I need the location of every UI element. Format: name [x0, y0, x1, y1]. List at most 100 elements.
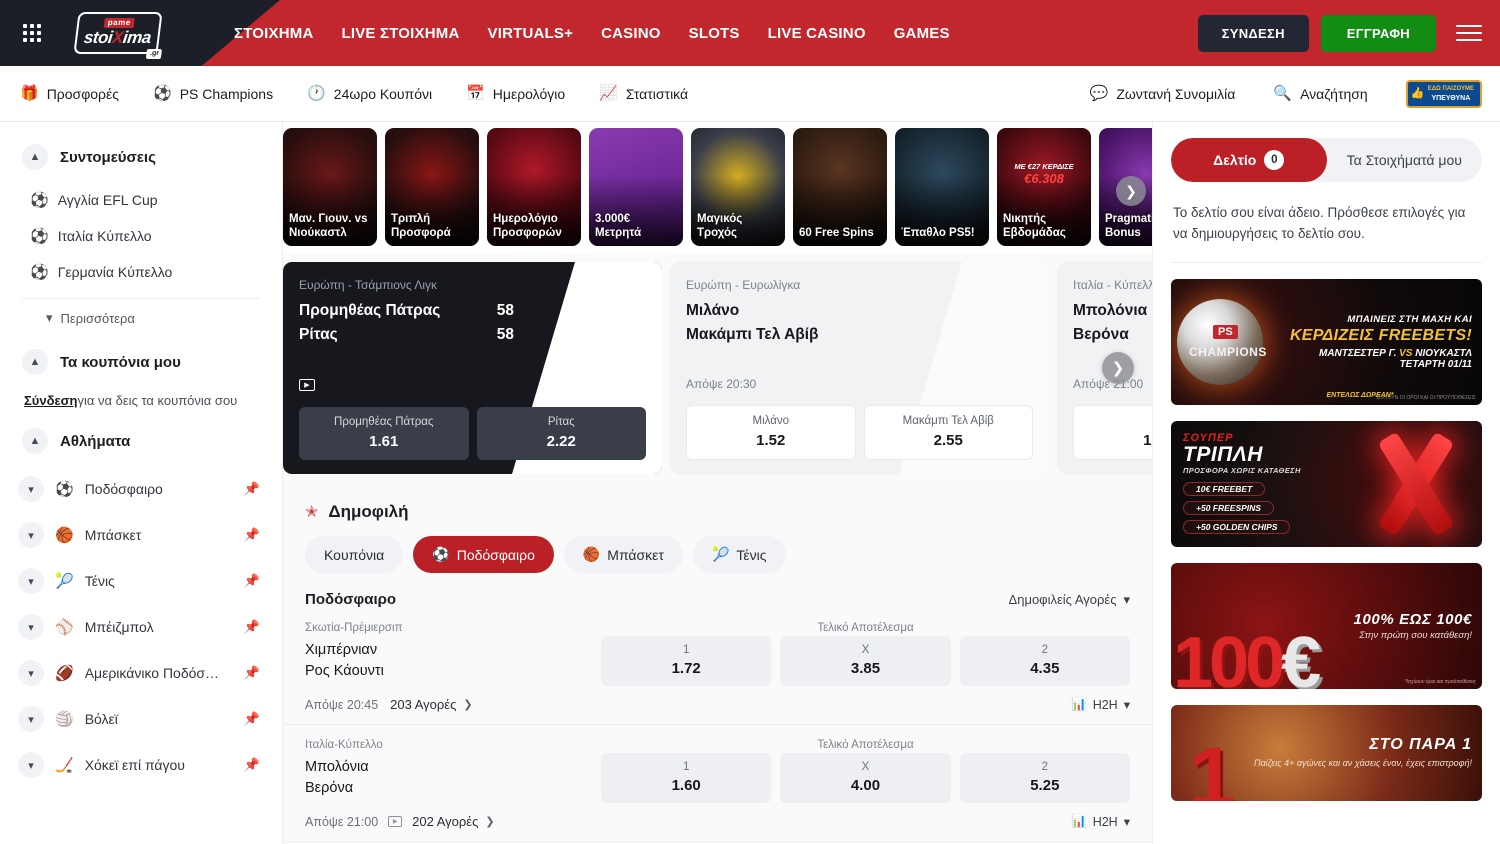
promo-card-tripli-prosfora[interactable]: 🎁 Τριπλή Προσφορά	[385, 128, 479, 246]
subnav-item-live-chat[interactable]: 💬 Ζωντανή Συνομιλία	[1090, 86, 1236, 102]
promo-amount: €6.308	[1003, 171, 1085, 186]
odd-button-x[interactable]: X 3.85	[780, 636, 950, 686]
betslip-tab-mybets[interactable]: Τα Στοιχήματά μου	[1327, 138, 1483, 182]
promo-card-60-free-spins[interactable]: 🎰 60 Free Spins	[793, 128, 887, 246]
sidebar-sport-basketball[interactable]: ▾ 🏀 Μπάσκετ 📌	[0, 512, 282, 558]
sidebar-label-efl-cup: Αγγλία EFL Cup	[58, 192, 158, 208]
sidebar-item-efl-cup[interactable]: ⚽ Αγγλία EFL Cup	[0, 182, 282, 218]
nav-item-live-stoixima[interactable]: LIVE ΣΤΟΙΧΗΜΑ	[342, 21, 460, 46]
sto-para-1-banner[interactable]: 1 ΣΤΟ ΠΑΡΑ 1 Παίζεις 4+ αγώνες και αν χά…	[1171, 705, 1482, 801]
promo-card-magic-wheel[interactable]: 🎁 Μαγικός Τροχός	[691, 128, 785, 246]
chevron-right-icon[interactable]: ❯	[463, 698, 472, 711]
promo-title: Μαγικός Τροχός	[697, 212, 779, 240]
sidebar-show-more-button[interactable]: ▾ Περισσότερα	[22, 298, 260, 337]
featured-match-card[interactable]: Ευρώπη - Τσάμπιονς Λιγκ Προμηθέας Πάτρας…	[283, 262, 662, 474]
nav-item-live-casino[interactable]: LIVE CASINO	[768, 21, 866, 46]
featured-odds-group: Μιλάνο 1.52 Μακάμπι Τελ Αβίβ 2.55	[686, 405, 1033, 460]
promo-card-ps5-prize[interactable]: 🎁 Έπαθλο PS5!	[895, 128, 989, 246]
sidebar-sport-baseball[interactable]: ▾ ⚾ Μπέιζμπολ 📌	[0, 604, 282, 650]
featured-carousel-next-button[interactable]: ❯	[1102, 352, 1134, 384]
tab-basketball[interactable]: 🏀 Μπάσκετ	[564, 536, 683, 573]
event-h2h-button[interactable]: 📊 H2H ▾	[1071, 814, 1130, 829]
event-markets-count[interactable]: 202 Αγορές	[412, 814, 478, 829]
pin-icon[interactable]: 📌	[244, 527, 260, 543]
subnav-item-offers[interactable]: 🎁 Προσφορές	[20, 86, 119, 102]
featured-away-team: Ρίτας	[299, 326, 338, 344]
tab-football[interactable]: ⚽ Ποδόσφαιρο	[413, 536, 554, 573]
nav-item-stoixima[interactable]: ΣΤΟΙΧΗΜΑ	[234, 21, 314, 46]
odd-button-x[interactable]: X 4.00	[780, 753, 950, 803]
featured-odd-button[interactable]: Ρίτας 2.22	[477, 407, 647, 460]
sidebar-section-my-coupons[interactable]: ▲ Τα κουπόνια μου	[0, 343, 282, 381]
featured-odd-button[interactable]: Μακάμπι Τελ Αβίβ 2.55	[864, 405, 1034, 460]
promo-card-weekly-winner[interactable]: 📅 ΜΕ €27 ΚΕΡΔΙΣΕ €6.308 Νικητής Εβδομάδα…	[997, 128, 1091, 246]
banner-chip-freebet: 10€ FREEBET	[1183, 482, 1265, 496]
odd-button-2[interactable]: 2 5.25	[960, 753, 1130, 803]
live-stream-icon[interactable]: ▶	[388, 816, 402, 827]
promo-card-offers-calendar[interactable]: 📅 Ημερολόγιο Προσφορών	[487, 128, 581, 246]
responsible-gaming-badge[interactable]: ΕΔΩ ΠΑΙΖΟΥΜΕ ΥΠΕΥΘΥΝΑ	[1406, 80, 1482, 108]
sidebar-sport-tennis[interactable]: ▾ 🎾 Τένις 📌	[0, 558, 282, 604]
register-button[interactable]: ΕΓΓΡΑΦΗ	[1321, 15, 1436, 52]
event-markets-count[interactable]: 203 Αγορές	[390, 697, 456, 712]
sidebar-login-link[interactable]: Σύνδεση	[24, 393, 78, 408]
pin-icon[interactable]: 📌	[244, 619, 260, 635]
chevron-down-icon: ▾	[18, 614, 44, 640]
ps-champions-banner[interactable]: PS CHAMPIONS ΜΠΑΙΝΕΙΣ ΣΤΗ ΜΑΧΗ ΚΑΙ ΚΕΡΔΙ…	[1171, 279, 1482, 405]
nav-item-games[interactable]: GAMES	[894, 21, 950, 46]
subnav-item-statistics[interactable]: 📈 Στατιστικά	[599, 86, 688, 102]
sidebar-item-germany-cup[interactable]: ⚽ Γερμανία Κύπελλο	[0, 254, 282, 290]
featured-odd-button[interactable]: Προμηθέας Πάτρας 1.61	[299, 407, 469, 460]
sidebar-sport-american-football[interactable]: ▾ 🏈 Αμερικάνικο Ποδόσ… 📌	[0, 650, 282, 696]
subnav-item-ps-champions[interactable]: ⚽ PS Champions	[153, 86, 273, 102]
featured-match-card[interactable]: Ευρώπη - Ευρωλίγκα Μιλάνο Μακάμπι Τελ Αβ…	[670, 262, 1049, 474]
tab-coupons[interactable]: Κουπόνια	[305, 536, 403, 573]
betslip-tab-slip[interactable]: Δελτίο 0	[1171, 138, 1327, 182]
pin-icon[interactable]: 📌	[244, 573, 260, 589]
odd-button-2[interactable]: 2 4.35	[960, 636, 1130, 686]
pin-icon[interactable]: 📌	[244, 481, 260, 497]
promo-card-man-utd-newcastle[interactable]: ⚽ Μαν. Γιουν. vs Νιούκαστλ	[283, 128, 377, 246]
pin-icon[interactable]: 📌	[244, 665, 260, 681]
pin-icon[interactable]: 📌	[244, 757, 260, 773]
markets-selector[interactable]: Δημοφιλείς Αγορές ▾	[1009, 592, 1130, 608]
apps-grid-icon[interactable]	[18, 19, 46, 47]
banner-chip-freespins: +50 FREESPINS	[1183, 501, 1274, 515]
sidebar-sport-football[interactable]: ▾ ⚽ Ποδόσφαιρο 📌	[0, 466, 282, 512]
tab-tennis[interactable]: 🎾 Τένις	[693, 536, 786, 573]
event-h2h-button[interactable]: 📊 H2H ▾	[1071, 697, 1130, 712]
sidebar-sport-ice-hockey[interactable]: ▾ 🏒 Χόκεϊ επί πάγου 📌	[0, 742, 282, 788]
featured-league: Ευρώπη - Ευρωλίγκα	[686, 278, 1033, 292]
pin-icon[interactable]: 📌	[244, 711, 260, 727]
chevron-right-icon[interactable]: ❯	[485, 815, 494, 828]
event-teams[interactable]: Μπολόνια Βερόνα	[305, 757, 601, 799]
subnav-item-search[interactable]: 🔍 Αναζήτηση	[1273, 86, 1367, 102]
event-league: Σκωτία-Πρέμιερσιπ	[305, 622, 601, 634]
sidebar-sport-volleyball[interactable]: ▾ 🏐 Βόλεϊ 📌	[0, 696, 282, 742]
promo-card-3000-cash[interactable]: 🎯 3.000€ Μετρητά	[589, 128, 683, 246]
featured-odd-button[interactable]: 1 1.60	[1073, 405, 1152, 460]
subnav-item-calendar[interactable]: 📅 Ημερολόγιο	[466, 86, 565, 102]
nav-item-casino[interactable]: CASINO	[601, 21, 661, 46]
welcome-bonus-banner[interactable]: 100€ 100% ΕΩΣ 100€ Στην πρώτη σου κατάθε…	[1171, 563, 1482, 689]
featured-odd-button[interactable]: Μιλάνο 1.52	[686, 405, 856, 460]
markets-selector-label: Δημοφιλείς Αγορές	[1009, 592, 1117, 607]
site-logo[interactable]: pame stoiXima .gr	[59, 10, 177, 56]
sidebar-item-italy-cup[interactable]: ⚽ Ιταλία Κύπελλο	[0, 218, 282, 254]
odd-button-1[interactable]: 1 1.72	[601, 636, 771, 686]
odd-button-1[interactable]: 1 1.60	[601, 753, 771, 803]
soccer-ball-icon: ⚽	[30, 265, 49, 280]
sidebar-section-shortcuts[interactable]: ▲ Συντομεύσεις	[0, 138, 282, 176]
subnav-item-24h-coupon[interactable]: 🕐 24ωρο Κουπόνι	[307, 86, 432, 102]
live-stream-icon[interactable]: ▶	[299, 379, 315, 391]
chevron-down-icon: ▾	[18, 568, 44, 594]
event-teams[interactable]: Χιμπέρνιαν Ρος Κάουντι	[305, 640, 601, 682]
nav-item-virtuals[interactable]: VIRTUALS+	[488, 21, 574, 46]
super-tripli-banner[interactable]: ΣΟΥΠΕΡ ΤΡΙΠΛΗ ΠΡΟΣΦΟΡΑ ΧΩΡΙΣ ΚΑΤΑΘΕΣΗ 10…	[1171, 421, 1482, 547]
nav-item-slots[interactable]: SLOTS	[689, 21, 740, 46]
featured-odd-label: Ρίτας	[483, 416, 641, 428]
sidebar-section-sports[interactable]: ▲ Αθλήματα	[0, 422, 282, 460]
hamburger-menu-icon[interactable]	[1456, 22, 1482, 44]
promo-carousel-next-button[interactable]: ❯	[1116, 176, 1146, 206]
login-button[interactable]: ΣΥΝΔΕΣΗ	[1198, 15, 1309, 52]
